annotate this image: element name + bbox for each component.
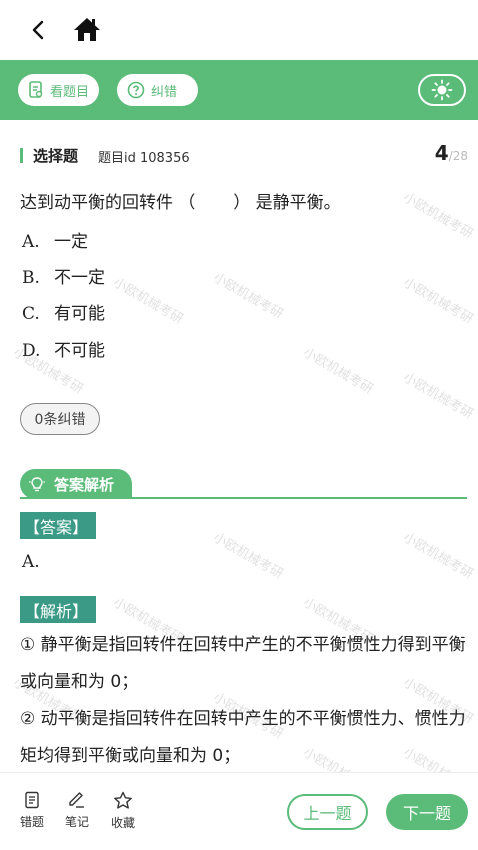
option-text: 一定	[54, 232, 88, 252]
watermark-text: 小欧机械考研	[400, 530, 476, 583]
option-text: 有可能	[54, 304, 105, 324]
option-letter: C.	[22, 304, 40, 324]
total-count: /28	[448, 149, 468, 163]
star-icon	[114, 791, 132, 809]
question-pager: 4/28	[435, 141, 468, 165]
explanation-paragraph: ② 动平衡是指回转件在回转中产生的不平衡惯性力、惯性力矩均得到平衡或向量和为 0…	[20, 709, 466, 766]
option-text: 不一定	[54, 268, 105, 288]
wrong-questions-label: 错题	[19, 815, 44, 829]
question-id: 题目id 108356	[98, 151, 190, 166]
accent-bar	[20, 148, 23, 163]
watermark-text: 小欧机械考研	[400, 275, 476, 328]
sun-icon	[431, 79, 453, 101]
chevron-left-icon	[32, 20, 44, 40]
option-c[interactable]: C. 有可能	[22, 299, 105, 324]
pencil-icon	[69, 792, 84, 808]
correction-count-button[interactable]: 0条纠错	[20, 403, 100, 435]
watermark-text: 小欧机械考研	[210, 270, 286, 323]
lightbulb-icon	[29, 477, 45, 492]
view-question-button[interactable]: 看题目	[18, 74, 100, 106]
explanation-tag: 【解析】	[20, 596, 97, 623]
option-letter: D.	[22, 341, 41, 361]
home-button[interactable]	[70, 12, 104, 46]
next-question-button[interactable]: 下一题	[386, 794, 468, 830]
wrong-questions-button[interactable]: 错题	[12, 791, 52, 830]
question-stem: 达到动平衡的回转件 （ ） 是静平衡。	[20, 193, 341, 213]
back-button[interactable]	[22, 14, 54, 46]
top-nav	[0, 0, 478, 60]
bottom-bar: 错题 笔记 收藏 上一题 下一题	[0, 772, 478, 850]
toolbar: 看题目 纠错	[0, 60, 478, 120]
option-text: 不可能	[54, 341, 105, 361]
notes-button[interactable]: 笔记	[57, 791, 97, 830]
question-header: 选择题 题目id 108356 4/28	[20, 141, 468, 167]
option-letter: A.	[22, 232, 40, 252]
analysis-divider	[20, 497, 467, 499]
option-d[interactable]: D. 不可能	[22, 336, 105, 361]
watermark-text: 小欧机械考研	[110, 275, 186, 328]
watermark-text: 小欧机械考研	[400, 190, 476, 243]
document-icon	[29, 81, 43, 98]
watermark-text: 小欧机械考研	[210, 530, 286, 583]
option-a[interactable]: A. 一定	[22, 227, 88, 252]
explanation-paragraph: ① 静平衡是指回转件在回转中产生的不平衡惯性力得到平衡或向量和为 0；	[20, 635, 466, 692]
question-circle-icon	[127, 81, 145, 99]
answer-value: A.	[22, 552, 40, 572]
notebook-icon	[25, 791, 39, 809]
correction-button[interactable]: 纠错	[117, 74, 198, 106]
watermark-text: 小欧机械考研	[300, 345, 376, 398]
notes-label: 笔记	[64, 815, 89, 829]
home-icon	[74, 18, 100, 41]
question-type: 选择题	[33, 147, 79, 165]
view-question-label: 看题目	[50, 84, 90, 100]
answer-tag: 【答案】	[20, 512, 97, 539]
current-index: 4	[434, 141, 449, 165]
correction-label: 纠错	[151, 84, 178, 100]
favorite-label: 收藏	[110, 816, 135, 830]
theme-toggle[interactable]	[418, 74, 466, 106]
option-letter: B.	[22, 268, 40, 288]
watermark-text: 小欧机械考研	[400, 370, 476, 423]
previous-question-button[interactable]: 上一题	[287, 794, 368, 830]
option-b[interactable]: B. 不一定	[22, 263, 105, 288]
analysis-title: 答案解析	[54, 475, 115, 494]
analysis-header: 答案解析	[20, 469, 132, 499]
favorite-button[interactable]: 收藏	[103, 791, 143, 831]
